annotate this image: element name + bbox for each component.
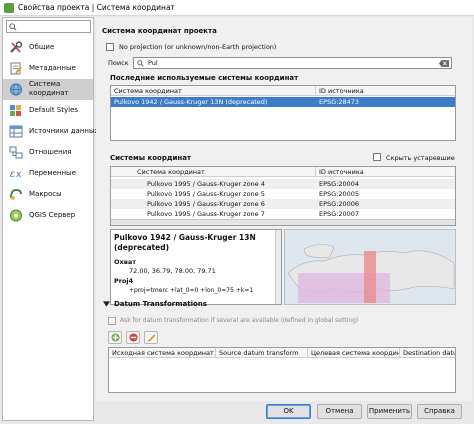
- sidebar-item-label: Метаданные: [29, 64, 76, 72]
- sidebar-item-crs[interactable]: Система координат: [3, 79, 93, 100]
- document-edit-icon: [10, 62, 22, 75]
- table-row[interactable]: Pulkovo 1942 / Gauss-Kruger 13N (depreca…: [111, 97, 455, 107]
- sidebar-item-relations[interactable]: Отношения: [3, 142, 93, 163]
- recent-crs-table: Система координат ID источника Pulkovo 1…: [110, 85, 456, 141]
- filter-label: Поиск: [108, 59, 129, 67]
- crs-info-panel: Pulkovo 1942 / Gauss-Kruger 13N (depreca…: [110, 229, 282, 305]
- table-header[interactable]: Исходная система координат: [109, 348, 215, 358]
- cancel-button[interactable]: Отмена: [317, 404, 362, 419]
- crs-extent-map: [284, 229, 456, 305]
- crs-name: Pulkovo 1995 / Gauss-Kruger zone 7: [147, 210, 265, 218]
- datum-section-title: Datum Transformations: [114, 300, 207, 308]
- crs-id: EPSG:20007: [319, 210, 360, 218]
- remove-transform-button[interactable]: [126, 331, 140, 344]
- table-header[interactable]: Destination datum: [399, 348, 455, 358]
- systems-title: Системы координат: [110, 154, 192, 162]
- sidebar-item-label: Общие: [29, 43, 55, 51]
- globe-icon: [10, 83, 22, 96]
- table-header[interactable]: Целевая система координат: [307, 348, 409, 358]
- hide-deprecated-checkbox[interactable]: [373, 153, 381, 161]
- no-projection-checkbox[interactable]: [106, 43, 114, 51]
- vertical-scrollbar[interactable]: [275, 230, 281, 304]
- ok-button[interactable]: OK: [266, 404, 311, 419]
- crs-systems-table: Система координат ID источника Pulkovo 1…: [110, 166, 456, 226]
- ask-datum-label: Ask for datum transformation if several …: [120, 317, 359, 324]
- crs-name: Pulkovo 1995 / Gauss-Kruger zone 6: [147, 200, 265, 208]
- table-row[interactable]: Pulkovo 1995 / Gauss-Kruger zone 5 EPSG:…: [111, 189, 455, 199]
- table-row[interactable]: Pulkovo 1995 / Gauss-Kruger zone 6 EPSG:…: [111, 199, 455, 209]
- edit-transform-button[interactable]: [144, 331, 158, 344]
- filter-value: Pul: [148, 59, 158, 67]
- filter-input[interactable]: Pul: [133, 57, 452, 69]
- sidebar-item-data-sources[interactable]: Источники данных: [3, 121, 99, 142]
- crs-id: EPSG:20005: [319, 190, 360, 198]
- svg-text:x: x: [16, 170, 22, 180]
- table-header[interactable]: Система координат: [111, 167, 315, 177]
- sidebar-item-variables[interactable]: εx Переменные: [3, 163, 93, 184]
- extent-value: 72.00, 36.79, 78.00, 79.71: [129, 267, 216, 275]
- search-icon: [137, 60, 144, 67]
- qgis-app-icon: [4, 3, 14, 13]
- sidebar-item-label: Макросы: [29, 190, 62, 198]
- sidebar-item-macros[interactable]: Макросы: [3, 184, 93, 205]
- proj4-value: +proj=tmerc +lat_0=0 +lon_0=75 +k=1: [129, 287, 254, 294]
- datum-transform-table: Исходная система координат Source datum …: [108, 347, 456, 393]
- sidebar-item-label: QGIS Сервер: [29, 211, 76, 219]
- window-title: Свойства проекта | Система координат: [18, 3, 175, 12]
- add-transform-button[interactable]: [108, 331, 122, 344]
- sidebar-item-default-styles[interactable]: Default Styles: [3, 100, 93, 121]
- sidebar-item-general[interactable]: Общие: [3, 37, 93, 58]
- table-header[interactable]: ID источника: [315, 167, 455, 177]
- no-projection-label: No projection (or unknown/non-Earth proj…: [119, 43, 277, 51]
- table-header[interactable]: ID источника: [315, 86, 455, 96]
- table-row[interactable]: Pulkovo 1995 / Gauss-Kruger zone 7 EPSG:…: [111, 209, 455, 219]
- proj4-label: Proj4: [114, 277, 134, 285]
- crs-name: Pulkovo 1995 / Gauss-Kruger zone 4: [147, 180, 265, 188]
- sidebar-item-label: Система координат: [29, 80, 69, 97]
- pencil-icon: [147, 334, 156, 342]
- remove-icon: [129, 333, 138, 342]
- crs-id: EPSG:20004: [319, 180, 360, 188]
- table-row[interactable]: Pulkovo 1995 / Gauss-Kruger zone 4 EPSG:…: [111, 179, 455, 189]
- crs-name: Pulkovo 1942 / Gauss-Kruger 13N (depreca…: [114, 98, 268, 106]
- sidebar-item-label: Переменные: [29, 169, 76, 177]
- crs-id: EPSG:28473: [319, 98, 360, 106]
- sidebar: Общие Метаданные Система координат Defau…: [2, 17, 99, 421]
- wrench-icon: [10, 41, 23, 53]
- table-header[interactable]: Система координат: [111, 86, 315, 96]
- hide-deprecated-label: Скрыть устаревшие: [386, 154, 455, 162]
- collapse-arrow-icon[interactable]: [103, 301, 110, 307]
- table-header[interactable]: Source datum transform: [215, 348, 307, 358]
- search-icon: [9, 23, 17, 31]
- add-icon: [111, 333, 120, 342]
- window-title-bar: Свойства проекта | Система координат: [0, 0, 474, 16]
- crs-name: Pulkovo 1995 / Gauss-Kruger zone 5: [147, 190, 265, 198]
- clear-icon[interactable]: [439, 60, 449, 67]
- crs-panel: Система координат проекта No projection …: [96, 17, 472, 401]
- variables-icon: εx: [10, 169, 22, 180]
- sidebar-item-metadata[interactable]: Метаданные: [3, 58, 93, 79]
- apply-button[interactable]: Применить: [367, 404, 412, 419]
- crs-info-title: Pulkovo 1942 / Gauss-Kruger 13N (depreca…: [114, 233, 256, 252]
- sidebar-item-label: Источники данных: [29, 127, 99, 135]
- project-crs-title: Система координат проекта: [102, 27, 217, 35]
- macro-icon: [10, 189, 22, 200]
- recent-crs-title: Последние используемые системы координат: [110, 74, 299, 82]
- sidebar-item-qgis-server[interactable]: QGIS Сервер: [3, 205, 93, 226]
- ask-datum-checkbox[interactable]: [108, 317, 116, 325]
- relations-icon: [9, 146, 23, 159]
- sidebar-item-label: Отношения: [29, 148, 72, 156]
- sidebar-item-label: Default Styles: [29, 106, 79, 114]
- palette-icon: [10, 105, 21, 116]
- horizontal-scrollbar[interactable]: [111, 219, 455, 225]
- crs-id: EPSG:20006: [319, 200, 360, 208]
- help-button[interactable]: Справка: [417, 404, 462, 419]
- svg-text:ε: ε: [10, 169, 15, 180]
- server-icon: [10, 209, 22, 222]
- sidebar-search-input[interactable]: [6, 20, 91, 33]
- extent-label: Охват: [114, 258, 136, 266]
- table-icon: [9, 125, 23, 138]
